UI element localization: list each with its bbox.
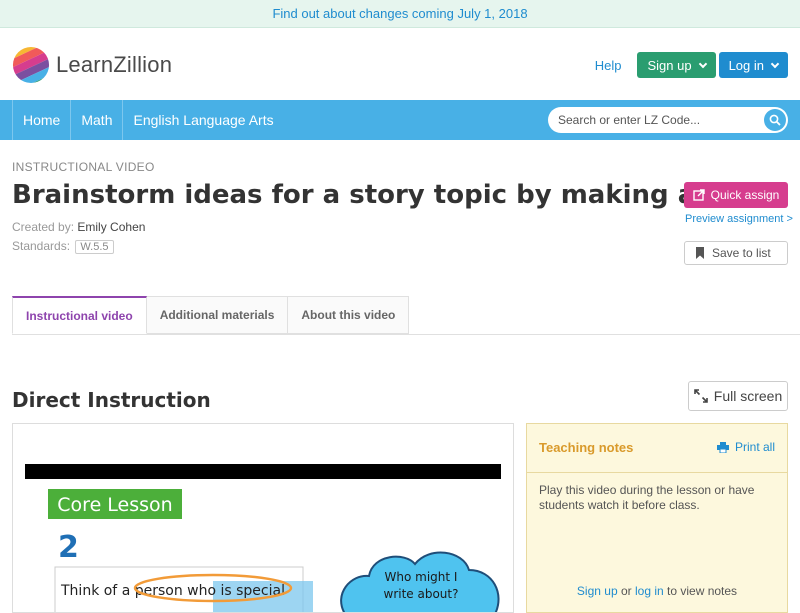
- full-screen-button[interactable]: Full screen: [688, 381, 788, 411]
- core-lesson-text: Core Lesson: [57, 494, 172, 516]
- tab-additional-materials[interactable]: Additional materials: [146, 296, 289, 334]
- main-nav: Home Math English Language Arts: [0, 100, 800, 140]
- notes-divider: [527, 472, 787, 473]
- learnzillion-logo-icon: [12, 46, 50, 84]
- video-frame: Core Lesson 2 Think of a person who is s…: [25, 464, 501, 612]
- chevron-down-icon: [698, 59, 707, 68]
- logo[interactable]: LearnZillion: [12, 46, 172, 84]
- help-link[interactable]: Help: [595, 58, 622, 73]
- log-in-label: Log in: [728, 57, 764, 73]
- content-tabs: Instructional video Additional materials…: [12, 296, 410, 334]
- standards-label: Standards:: [12, 239, 71, 253]
- notes-suffix-text: to view notes: [667, 584, 738, 598]
- bubble-line-2: write about?: [384, 587, 459, 601]
- nav-item-math[interactable]: Math: [70, 100, 122, 140]
- tabs-divider: [12, 334, 800, 335]
- teaching-notes-panel: Teaching notes Print all Play this video…: [526, 423, 788, 613]
- standard-badge[interactable]: W.5.5: [75, 240, 114, 254]
- created-by: Created by: Emily Cohen: [12, 220, 145, 234]
- standards: Standards: W.5.5: [12, 239, 114, 254]
- print-all-label: Print all: [734, 440, 775, 454]
- prompt-text: Think of a person who is special: [60, 583, 285, 599]
- expand-icon: [693, 389, 708, 403]
- top-header: LearnZillion Help Sign up Log in: [0, 28, 800, 100]
- search-button[interactable]: [764, 109, 786, 131]
- chevron-down-icon: [770, 59, 780, 68]
- announcement-link[interactable]: Find out about changes coming July 1, 20…: [272, 6, 527, 21]
- printer-icon: [716, 441, 729, 453]
- author-name[interactable]: Emily Cohen: [77, 220, 145, 234]
- video-top-bar: [25, 464, 501, 479]
- share-icon: [692, 189, 705, 201]
- sign-up-label: Sign up: [647, 57, 692, 73]
- save-to-list-label: Save to list: [712, 246, 771, 260]
- tab-about-this-video[interactable]: About this video: [288, 296, 410, 334]
- notes-or-text: or: [620, 584, 632, 598]
- bubble-line-1: Who might I: [385, 570, 458, 584]
- nav-item-english-language-arts[interactable]: English Language Arts: [122, 100, 283, 140]
- bookmark-icon: [696, 247, 704, 259]
- full-screen-label: Full screen: [713, 388, 783, 404]
- nav-item-home[interactable]: Home: [12, 100, 70, 140]
- step-number: 2: [58, 530, 79, 565]
- notes-body: Play this video during the lesson or hav…: [539, 483, 755, 512]
- page-title: Brainstorm ideas for a story topic by ma…: [12, 180, 751, 210]
- search-input[interactable]: [548, 113, 758, 127]
- search-icon: [769, 114, 781, 126]
- created-by-label: Created by:: [12, 220, 75, 234]
- announcement-bar: Find out about changes coming July 1, 20…: [0, 0, 800, 28]
- print-all-button[interactable]: Print all: [716, 440, 775, 454]
- notes-log-in-link[interactable]: log in: [635, 584, 664, 598]
- search-box: [548, 107, 788, 133]
- quick-assign-button[interactable]: Quick assign: [684, 182, 788, 208]
- content-type-label: INSTRUCTIONAL VIDEO: [12, 160, 155, 174]
- lesson-header: INSTRUCTIONAL VIDEO Brainstorm ideas for…: [0, 140, 800, 335]
- log-in-button[interactable]: Log in: [718, 52, 788, 78]
- video-player[interactable]: Core Lesson 2 Think of a person who is s…: [12, 423, 514, 613]
- teaching-notes-title: Teaching notes: [539, 440, 634, 455]
- sign-up-button[interactable]: Sign up: [637, 52, 716, 78]
- save-to-list-button[interactable]: Save to list: [684, 241, 788, 265]
- brand-name: LearnZillion: [56, 52, 173, 77]
- notes-signin-prompt: Sign up or log in to view notes: [527, 584, 787, 598]
- notes-sign-up-link[interactable]: Sign up: [577, 584, 618, 598]
- section-title: Direct Instruction: [12, 388, 211, 412]
- quick-assign-label: Quick assign: [710, 188, 780, 202]
- tab-instructional-video[interactable]: Instructional video: [12, 296, 147, 334]
- preview-assignment-link[interactable]: Preview assignment >: [685, 213, 793, 225]
